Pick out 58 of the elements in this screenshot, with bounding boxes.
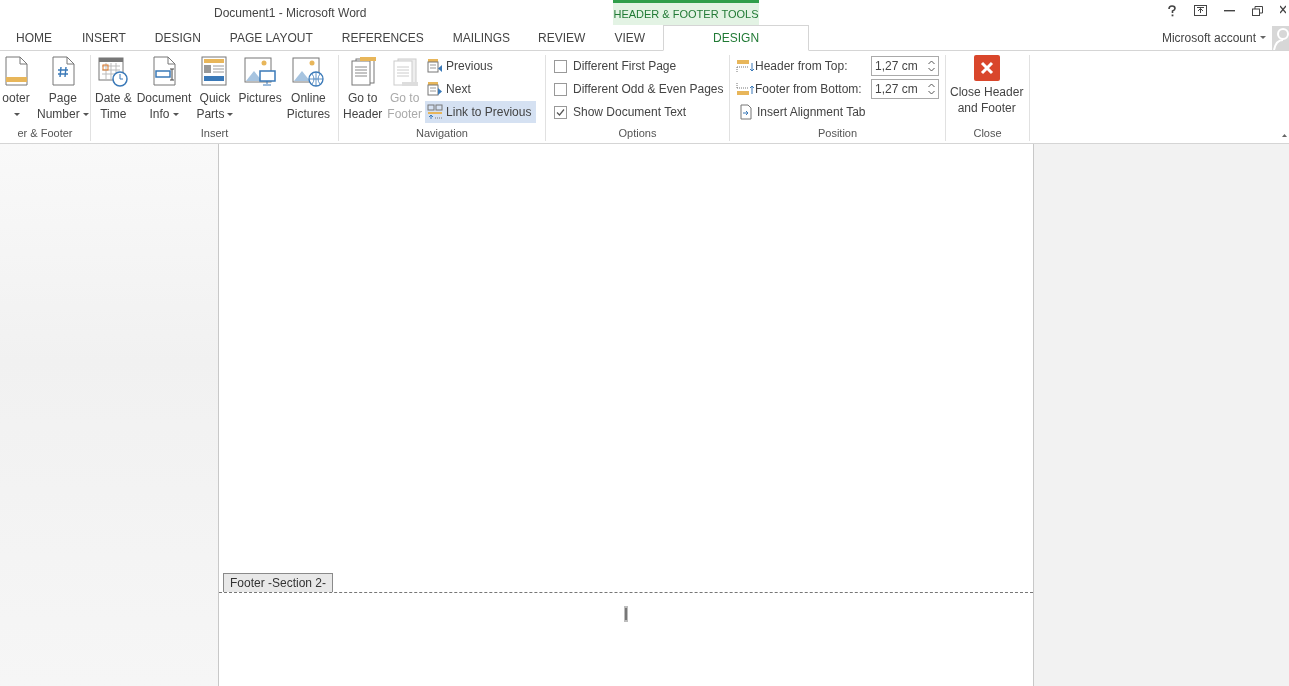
next-page-icon — [427, 81, 444, 97]
ribbon-button[interactable]: Document Info — [134, 55, 194, 122]
check-icon — [555, 106, 566, 118]
ribbon-tab[interactable]: MAILINGS — [452, 25, 511, 50]
spin-field[interactable]: 1,27 cm — [871, 56, 939, 76]
spin-field[interactable]: 1,27 cm — [871, 79, 939, 99]
ribbon-button[interactable]: Pictures — [236, 55, 284, 106]
ribbon-button[interactable]: Go to Header — [341, 55, 385, 122]
option-checkbox[interactable]: Different Odd & Even Pages — [554, 78, 724, 100]
ribbon-tab[interactable]: VIEW — [614, 25, 646, 50]
ribbon-tab[interactable]: REVIEW — [538, 25, 586, 50]
window-title: Document1 - Microsoft Word — [214, 5, 367, 20]
ribbon-button[interactable]: Online Pictures — [284, 55, 333, 122]
calendar-clock-icon — [97, 55, 130, 87]
ribbon-button[interactable]: ooter — [0, 55, 34, 122]
group-label: Insert — [199, 126, 230, 141]
ribbon-tab[interactable]: HOME — [16, 25, 52, 50]
group-label: Position — [816, 126, 859, 141]
contextual-tab-label: HEADER & FOOTER TOOLS — [613, 0, 759, 25]
ribbon-tab[interactable]: REFERENCES — [341, 25, 424, 50]
footer-margin-icon — [736, 82, 754, 96]
navigation-button[interactable]: Link to Previous — [425, 101, 537, 123]
alignment-tab-icon — [738, 104, 754, 120]
link-icon — [427, 104, 444, 120]
ribbon-tab[interactable]: PAGE LAYOUT — [229, 25, 313, 50]
navigation-button[interactable]: Next — [425, 78, 537, 100]
ribbon-tab[interactable]: DESIGN — [154, 25, 201, 50]
ribbon-button[interactable]: Quick Parts — [194, 55, 236, 122]
ribbon-button[interactable]: Date & Time — [93, 55, 134, 122]
footer-tag: Footer -Section 2- — [223, 573, 334, 592]
ribbon-button[interactable]: Page Number — [35, 55, 91, 122]
picture-monitor-icon — [244, 55, 277, 87]
option-checkbox[interactable]: Show Document Text — [554, 101, 724, 123]
group-label: Options — [617, 126, 658, 141]
minimize-icon[interactable] — [1224, 9, 1235, 12]
spin-label: Footer from Bottom: — [755, 82, 863, 96]
option-checkbox[interactable]: Different First Page — [554, 55, 724, 77]
close-icon — [973, 55, 1000, 81]
ribbon-tab[interactable]: DESIGN — [663, 25, 810, 51]
group-label: Close — [972, 126, 1003, 141]
ribbon-display-icon[interactable] — [1194, 5, 1207, 16]
spin-label: Header from Top: — [755, 59, 849, 73]
help-icon[interactable] — [1167, 4, 1177, 17]
text-cursor-icon — [624, 606, 628, 622]
insert-alignment-tab-button[interactable]: Insert Alignment Tab — [736, 101, 939, 123]
navigation-button[interactable]: Previous — [425, 55, 537, 77]
restore-icon[interactable] — [1252, 5, 1263, 16]
group-label: Navigation — [415, 126, 469, 141]
picture-globe-icon — [292, 55, 325, 87]
close-header-footer-button[interactable]: Close Header and Footer — [948, 55, 1026, 116]
ribbon-tab[interactable]: INSERT — [82, 25, 126, 50]
caret-icon — [1260, 35, 1266, 40]
account-menu[interactable]: Microsoft account — [1161, 25, 1260, 50]
previous-page-icon — [427, 58, 444, 74]
close-icon[interactable] — [1280, 5, 1286, 16]
group-label: er & Footer — [16, 126, 74, 141]
collapse-ribbon-icon[interactable] — [1282, 134, 1287, 137]
header-margin-icon — [736, 59, 754, 73]
